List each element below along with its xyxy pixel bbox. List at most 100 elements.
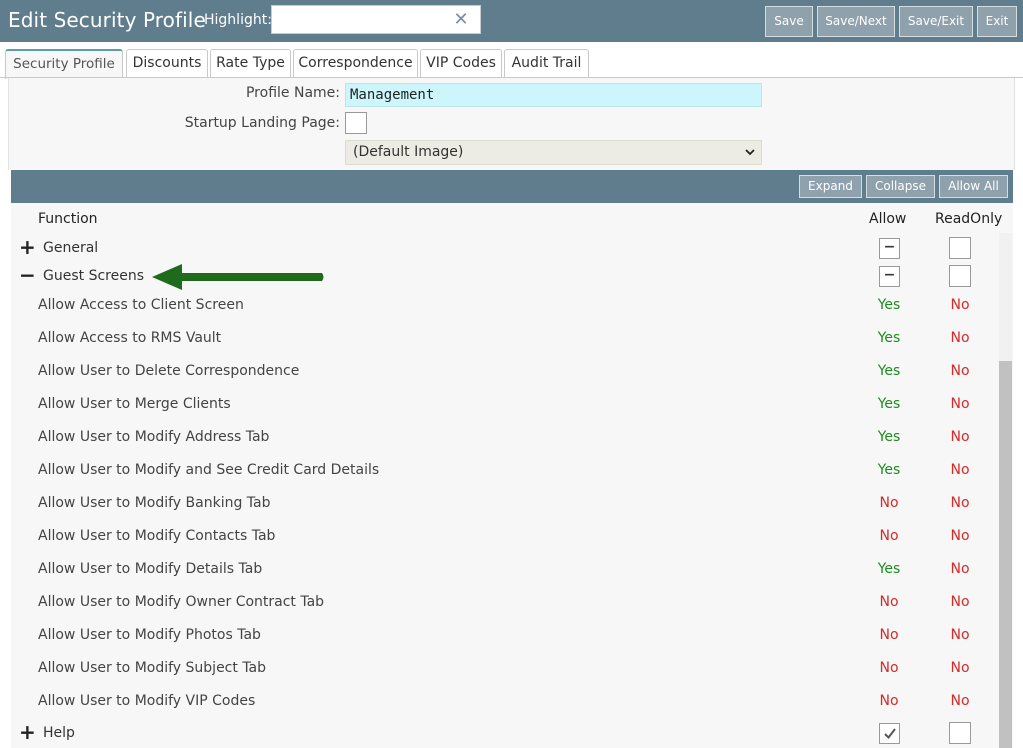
tab-audit-trail[interactable]: Audit Trail <box>504 49 589 78</box>
expand-toggle[interactable]: + <box>19 237 36 259</box>
allow-value[interactable]: Yes <box>869 462 909 478</box>
allow-checkbox[interactable]: − <box>879 266 900 287</box>
function-row: Allow User to Modify Address Tab Yes No <box>11 422 996 455</box>
allow-value[interactable]: Yes <box>869 396 909 412</box>
readonly-checkbox[interactable] <box>949 722 971 744</box>
function-row: Allow User to Modify and See Credit Card… <box>11 455 996 488</box>
readonly-value[interactable]: No <box>940 660 980 676</box>
save-next-button[interactable]: Save/Next <box>817 6 895 37</box>
function-label: Allow Access to RMS Vault <box>38 330 222 346</box>
startup-landing-page-label: Startup Landing Page: <box>184 115 340 131</box>
tab-discounts[interactable]: Discounts <box>126 49 208 78</box>
expand-toggle[interactable]: + <box>19 722 36 744</box>
highlight-input[interactable] <box>271 5 481 34</box>
function-label: Allow User to Modify VIP Codes <box>38 693 256 709</box>
group-label: Guest Screens <box>43 268 144 284</box>
function-label: Allow User to Delete Correspondence <box>38 363 300 379</box>
landing-image-select[interactable]: (Default Image) <box>345 140 762 165</box>
expand-button[interactable]: Expand <box>799 175 862 198</box>
column-header-allow: Allow <box>869 211 907 227</box>
readonly-value[interactable]: No <box>940 429 980 445</box>
function-label: Allow User to Modify Owner Contract Tab <box>38 594 325 610</box>
function-label: Allow User to Merge Clients <box>38 396 231 412</box>
function-label: Allow User to Modify Details Tab <box>38 561 263 577</box>
readonly-value[interactable]: No <box>940 594 980 610</box>
close-x-icon[interactable]: ✕ <box>453 11 469 29</box>
allow-value[interactable]: Yes <box>869 363 909 379</box>
save-exit-button[interactable]: Save/Exit <box>899 6 973 37</box>
profile-name-input[interactable] <box>345 83 762 107</box>
allow-value[interactable]: Yes <box>869 561 909 577</box>
readonly-value[interactable]: No <box>940 396 980 412</box>
group-label: General <box>43 240 99 256</box>
allow-value[interactable]: No <box>869 693 909 709</box>
tabs-bar: Security Profile Discounts Rate Type Cor… <box>0 42 1023 79</box>
function-row: Allow User to Modify Owner Contract Tab … <box>11 587 996 620</box>
check-mark-icon <box>884 728 896 740</box>
readonly-value[interactable]: No <box>940 297 980 313</box>
readonly-checkbox[interactable] <box>949 265 971 287</box>
group-label: Help <box>43 725 75 741</box>
readonly-value[interactable]: No <box>940 462 980 478</box>
function-row: Allow Access to RMS Vault Yes No <box>11 323 996 356</box>
tab-security-profile[interactable]: Security Profile <box>5 49 123 79</box>
profile-name-label: Profile Name: <box>245 85 340 101</box>
allow-value[interactable]: Yes <box>869 330 909 346</box>
chevron-down-icon <box>745 149 755 156</box>
readonly-value[interactable]: No <box>940 561 980 577</box>
function-row: Allow User to Modify Subject Tab No No <box>11 653 996 686</box>
left-arrow-icon <box>152 264 324 290</box>
header-bar: Edit Security Profile Highlight: ✕ Save … <box>0 0 1023 42</box>
function-row: Allow User to Delete Correspondence Yes … <box>11 356 996 389</box>
function-label: Allow User to Modify Subject Tab <box>38 660 267 676</box>
allow-checkbox[interactable] <box>879 723 900 744</box>
collapse-button[interactable]: Collapse <box>866 175 935 198</box>
allow-value[interactable]: No <box>869 660 909 676</box>
function-row: Allow User to Modify Details Tab Yes No <box>11 554 996 587</box>
readonly-value[interactable]: No <box>940 627 980 643</box>
group-row-help: + Help <box>11 719 996 747</box>
exit-button[interactable]: Exit <box>977 6 1017 37</box>
readonly-value[interactable]: No <box>940 495 980 511</box>
allow-value[interactable]: No <box>869 594 909 610</box>
save-button[interactable]: Save <box>765 6 813 37</box>
allow-checkbox[interactable]: − <box>879 238 900 259</box>
edit-security-profile-app: Edit Security Profile Highlight: ✕ Save … <box>0 0 1023 748</box>
readonly-value[interactable]: No <box>940 693 980 709</box>
page-title: Edit Security Profile <box>8 8 206 32</box>
tab-correspondence[interactable]: Correspondence <box>293 49 418 78</box>
readonly-value[interactable]: No <box>940 528 980 544</box>
startup-landing-page-checkbox[interactable] <box>345 112 367 134</box>
function-row: Allow User to Modify Contacts Tab No No <box>11 521 996 554</box>
allow-value[interactable]: Yes <box>869 429 909 445</box>
function-label: Allow Access to Client Screen <box>38 297 244 313</box>
function-label: Allow User to Modify Address Tab <box>38 429 270 445</box>
readonly-value[interactable]: No <box>940 330 980 346</box>
function-label: Allow User to Modify Photos Tab <box>38 627 261 643</box>
function-label: Allow User to Modify and See Credit Card… <box>38 462 380 478</box>
landing-image-select-value: (Default Image) <box>353 144 464 160</box>
function-row: Allow User to Modify Banking Tab No No <box>11 488 996 521</box>
tab-vip-codes[interactable]: VIP Codes <box>420 49 502 78</box>
allow-value[interactable]: No <box>869 495 909 511</box>
function-label: Allow User to Modify Banking Tab <box>38 495 271 511</box>
column-header-function: Function <box>38 211 98 227</box>
column-header-readonly: ReadOnly <box>935 211 1003 227</box>
function-row: Allow Access to Client Screen Yes No <box>11 290 996 323</box>
function-row: Allow User to Modify Photos Tab No No <box>11 620 996 653</box>
allow-value[interactable]: No <box>869 627 909 643</box>
function-row: Allow User to Modify VIP Codes No No <box>11 686 996 719</box>
grid-scrollbar-thumb[interactable] <box>999 361 1012 748</box>
grid-toolbar: Expand Collapse Allow All <box>11 170 1013 203</box>
readonly-value[interactable]: No <box>940 363 980 379</box>
readonly-checkbox[interactable] <box>949 237 971 259</box>
group-row-general: + General − <box>11 234 996 262</box>
collapse-toggle[interactable]: − <box>19 265 36 287</box>
allow-all-button[interactable]: Allow All <box>939 175 1008 198</box>
allow-value[interactable]: Yes <box>869 297 909 313</box>
tab-rate-type[interactable]: Rate Type <box>210 49 291 78</box>
allow-value[interactable]: No <box>869 528 909 544</box>
function-row: Allow User to Merge Clients Yes No <box>11 389 996 422</box>
highlight-label: Highlight: <box>204 12 272 28</box>
function-label: Allow User to Modify Contacts Tab <box>38 528 276 544</box>
